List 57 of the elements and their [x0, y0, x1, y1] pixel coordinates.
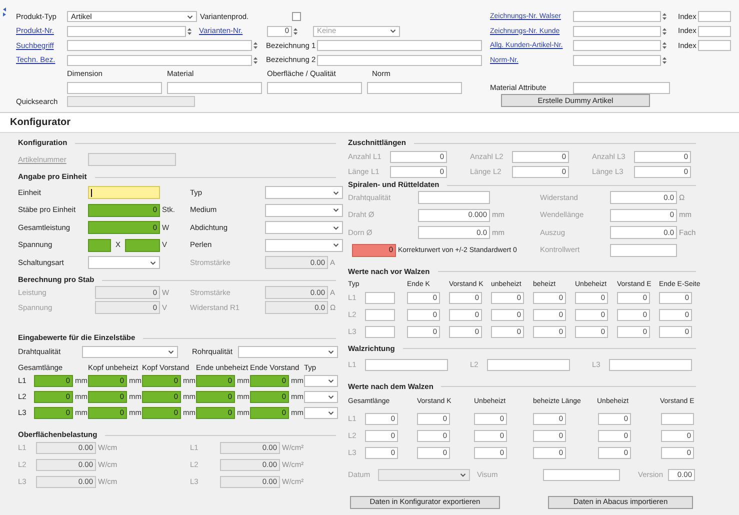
chevron-down-icon — [328, 395, 334, 399]
input-field[interactable] — [67, 54, 252, 66]
input-field[interactable] — [573, 26, 661, 36]
chevron-down-icon — [333, 208, 339, 212]
input-field[interactable] — [573, 54, 661, 66]
chevron-down-icon — [328, 350, 334, 354]
dropdown[interactable] — [304, 391, 338, 403]
input-field[interactable] — [487, 358, 570, 370]
input-field[interactable] — [365, 326, 395, 338]
dropdown[interactable] — [265, 238, 343, 252]
text-cursor — [91, 188, 92, 196]
chevron-down-icon — [333, 243, 339, 247]
input-field[interactable] — [573, 40, 661, 51]
input-field[interactable] — [365, 292, 395, 304]
dropdown[interactable] — [304, 407, 338, 419]
input-field[interactable] — [610, 244, 677, 256]
dropdown[interactable] — [265, 186, 343, 199]
input-field[interactable] — [365, 308, 395, 320]
dropdown[interactable] — [265, 204, 343, 216]
dropdown[interactable] — [238, 346, 338, 358]
chevron-down-icon — [460, 472, 466, 476]
input-field[interactable] — [67, 40, 252, 51]
input-field[interactable] — [698, 26, 731, 36]
input-field[interactable] — [67, 26, 186, 36]
chevron-down-icon — [333, 190, 339, 194]
dropdown[interactable] — [304, 375, 338, 387]
input-field[interactable] — [125, 238, 160, 252]
input-field[interactable] — [661, 412, 694, 424]
chevron-down-icon — [168, 350, 174, 354]
input-field[interactable] — [317, 40, 482, 51]
input-field[interactable] — [317, 54, 482, 66]
chevron-down-icon — [328, 379, 334, 383]
chevron-down-icon — [150, 260, 156, 264]
panel-title: Konfigurator — [10, 118, 71, 128]
dropdown[interactable] — [265, 221, 343, 234]
chevron-down-icon — [187, 14, 193, 18]
input-field[interactable] — [167, 82, 262, 94]
input-field[interactable] — [67, 82, 162, 94]
arrow-icon[interactable] — [2, 7, 7, 17]
input-field[interactable] — [418, 191, 490, 204]
input-field[interactable] — [698, 11, 731, 22]
chevron-down-icon — [390, 29, 396, 33]
dropdown[interactable] — [82, 346, 178, 358]
input-field[interactable] — [573, 11, 661, 22]
input-field[interactable] — [365, 358, 448, 370]
input-field[interactable] — [88, 186, 160, 199]
chevron-down-icon — [333, 226, 339, 230]
chevron-down-icon — [328, 411, 334, 415]
input-field[interactable] — [267, 82, 362, 94]
dropdown[interactable] — [88, 256, 160, 269]
input-field[interactable] — [609, 358, 692, 370]
input-field[interactable] — [573, 82, 670, 94]
checkbox[interactable] — [292, 12, 301, 21]
input-field[interactable] — [543, 468, 620, 480]
input-field[interactable] — [88, 238, 111, 252]
input-field[interactable] — [367, 82, 462, 94]
input-field[interactable] — [698, 40, 731, 51]
